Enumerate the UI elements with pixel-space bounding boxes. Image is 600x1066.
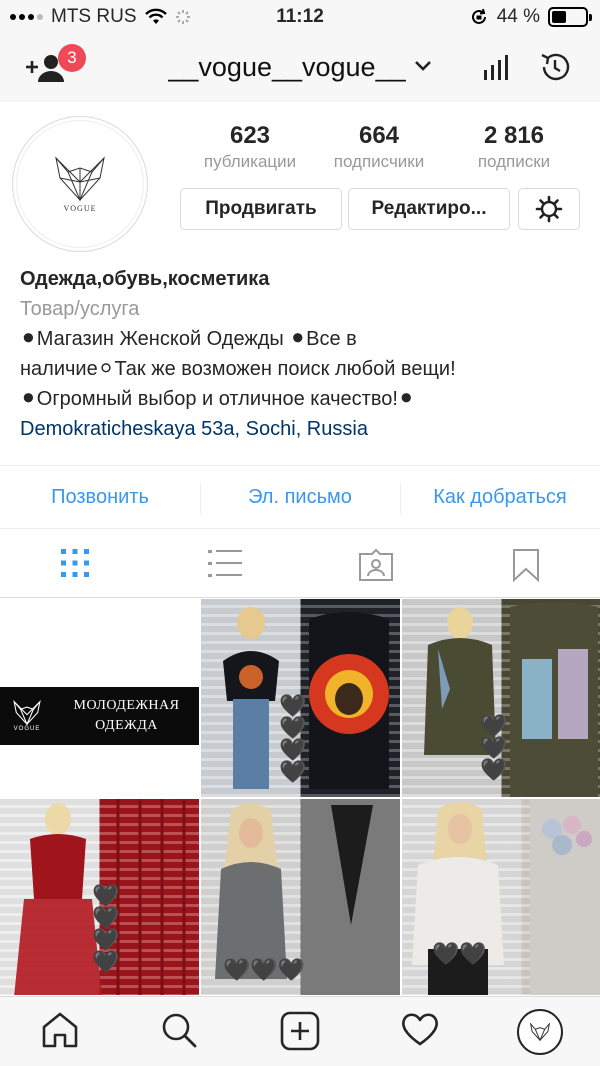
following-count[interactable]: 2 816 подписки — [464, 122, 564, 172]
bar-chart-icon — [484, 55, 508, 80]
fox-logo-icon — [13, 700, 41, 726]
list-icon — [208, 550, 242, 577]
avatar-logo: VOGUE — [16, 120, 144, 248]
heart-stickers: 🖤 🖤 — [432, 943, 487, 965]
search-icon — [162, 1013, 197, 1048]
rotation-lock-icon — [471, 8, 486, 24]
add-post-icon — [280, 1011, 320, 1051]
history-icon — [541, 53, 570, 81]
email-button[interactable]: Эл. письмо — [200, 466, 400, 528]
heart-icon: 🖤 — [432, 941, 460, 966]
username: __vogue__vogue__ — [168, 52, 406, 82]
heart-icon: 🖤 — [480, 735, 508, 760]
gear-icon — [535, 195, 563, 223]
banner-line-2: ОДЕЖДА — [95, 718, 158, 733]
heart-icon: 🖤 — [480, 757, 508, 782]
archive-button[interactable] — [538, 50, 572, 89]
heart-icon: 🖤 — [92, 883, 120, 908]
edit-profile-button[interactable]: Редактиро... — [348, 188, 510, 230]
profile-name: Одежда,обувь,косметика — [20, 268, 270, 290]
heart-stickers: 🖤 🖤 🖤 🖤 — [279, 695, 306, 783]
banner-logo: VOGUE — [0, 687, 54, 745]
battery-percent: 44 % — [496, 6, 540, 27]
post-thumbnail[interactable]: VOGUE МОЛОДЕЖНАЯ ОДЕЖДА — [0, 599, 199, 797]
tab-tagged[interactable] — [358, 548, 394, 587]
nav-profile[interactable] — [517, 1009, 563, 1055]
heart-icon: 🖤 — [459, 941, 487, 966]
profile-avatar[interactable]: VOGUE — [12, 116, 148, 252]
heart-icon: 🖤 — [279, 759, 307, 784]
heart-stickers: 🖤 🖤 🖤 🖤 — [92, 885, 119, 973]
tab-saved[interactable] — [512, 548, 540, 587]
tab-list[interactable] — [208, 548, 242, 583]
account-switcher[interactable]: __vogue__vogue__ — [0, 52, 600, 83]
profile-header: 3 __vogue__vogue__ — [0, 36, 600, 102]
banner-logo-text: VOGUE — [13, 726, 41, 732]
banner-line-1: МОЛОДЕЖНАЯ — [73, 698, 180, 713]
post-thumbnail[interactable]: 🖤 🖤 🖤 — [402, 599, 600, 797]
home-icon — [42, 1012, 78, 1048]
fox-logo-icon — [55, 155, 105, 201]
nav-new-post[interactable] — [280, 1011, 320, 1056]
posts-count[interactable]: 623 публикации — [192, 122, 308, 172]
heart-icon: 🖤 — [279, 715, 307, 740]
heart-icon: 🖤 — [279, 693, 307, 718]
followers-value: 664 — [358, 122, 400, 149]
directions-button[interactable]: Как добраться — [400, 466, 600, 528]
insights-button[interactable] — [482, 54, 510, 87]
posts-value: 623 — [229, 122, 271, 149]
heart-icon: 🖤 — [92, 905, 120, 930]
nav-search[interactable] — [160, 1011, 198, 1054]
heart-icon: 🖤 — [277, 957, 306, 982]
following-label: подписки — [477, 152, 551, 171]
bio-line-2: наличие⚪Так же возможен поиск любой вещи… — [20, 358, 456, 380]
post-thumbnail[interactable]: 🖤 🖤 — [402, 799, 600, 995]
tab-grid[interactable] — [60, 548, 90, 583]
promote-button[interactable]: Продвигать — [180, 188, 342, 230]
profile-category: Товар/услуга — [20, 298, 140, 320]
banner-text: МОЛОДЕЖНАЯ ОДЕЖДА — [54, 696, 199, 736]
post-thumbnail[interactable]: 🖤 🖤 🖤 — [201, 799, 400, 995]
status-right: 44 % — [469, 6, 592, 28]
followers-count[interactable]: 664 подписчики — [320, 122, 438, 172]
profile-tabs — [0, 530, 600, 598]
heart-stickers: 🖤 🖤 🖤 — [480, 715, 507, 781]
profile-bio: Одежда,обувь,косметика Товар/услуга ⚫Маг… — [20, 264, 585, 444]
bio-line-1: ⚫Магазин Женской Одежды ⚫Все в — [20, 328, 357, 350]
post-thumbnail[interactable]: 🖤 🖤 🖤 🖤 — [0, 799, 199, 995]
posts-grid: VOGUE МОЛОДЕЖНАЯ ОДЕЖДА 🖤 🖤 🖤 🖤 🖤 🖤 🖤 🖤 … — [0, 599, 600, 995]
tagged-person-icon — [359, 548, 393, 581]
nav-home[interactable] — [40, 1011, 80, 1054]
heart-icon: 🖤 — [92, 927, 120, 952]
location-link[interactable]: Demokraticheskaya 53a, Sochi, Russia — [20, 414, 585, 444]
followers-label: подписчики — [333, 152, 425, 171]
chevron-down-icon — [414, 61, 431, 71]
bottom-navigation — [0, 996, 600, 1066]
avatar-label: VOGUE — [63, 203, 97, 213]
call-button[interactable]: Позвонить — [0, 466, 200, 528]
post-thumbnail[interactable]: 🖤 🖤 🖤 🖤 — [201, 599, 400, 797]
profile-avatar-icon — [529, 1023, 551, 1041]
heart-stickers: 🖤 🖤 🖤 — [223, 959, 305, 981]
promo-banner: VOGUE МОЛОДЕЖНАЯ ОДЕЖДА — [0, 687, 199, 745]
following-value: 2 816 — [483, 122, 545, 149]
bookmark-icon — [513, 549, 539, 583]
grid-icon — [61, 549, 89, 577]
heart-icon: 🖤 — [250, 957, 278, 982]
nav-activity[interactable] — [400, 1011, 440, 1052]
status-bar: MTS RUS 11:12 44 % — [0, 0, 600, 36]
heart-icon: 🖤 — [223, 957, 251, 982]
contact-buttons-row: Позвонить Эл. письмо Как добраться — [0, 465, 600, 529]
heart-icon: 🖤 — [480, 713, 508, 738]
posts-label: публикации — [203, 152, 297, 171]
heart-icon: 🖤 — [279, 737, 307, 762]
bio-line-3: ⚫Огромный выбор и отличное качество!⚫ — [20, 388, 415, 410]
settings-button[interactable] — [518, 188, 580, 230]
heart-outline-icon — [402, 1013, 438, 1046]
battery-icon — [548, 7, 592, 27]
heart-icon: 🖤 — [92, 949, 120, 974]
